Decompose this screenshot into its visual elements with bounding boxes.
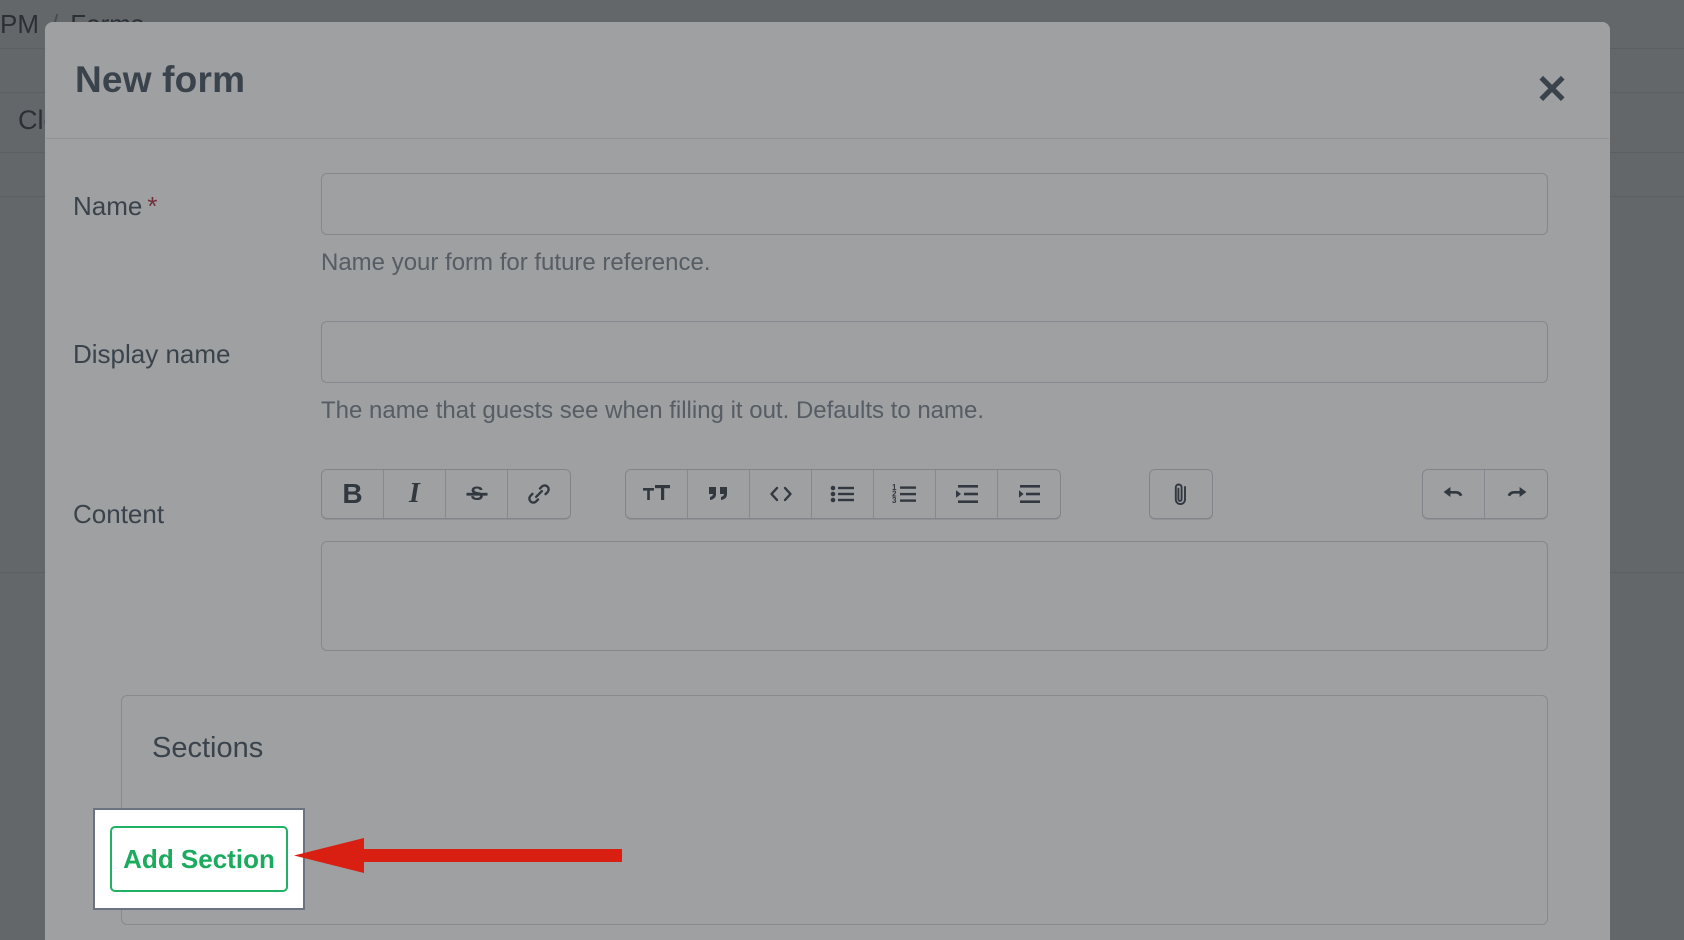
name-field-label: Name * [73,191,158,221]
required-marker: * [147,191,158,221]
display-name-help-text: The name that guests see when filling it… [321,397,985,424]
svg-text:3: 3 [892,496,897,505]
numbered-list-icon: 1 2 3 [892,483,916,505]
italic-button[interactable]: I [384,470,446,518]
bulleted-list-icon [830,485,854,503]
display-name-input[interactable] [321,321,1548,383]
page-title: New form [75,59,246,100]
bulleted-list-button[interactable] [812,470,874,518]
bold-button[interactable]: B [322,470,384,518]
add-section-highlight: Add Section [93,808,305,910]
redo-icon [1507,487,1527,497]
name-field-control: Name your form for future reference. [321,173,1548,277]
sections-panel: Sections [121,695,1548,925]
undo-button[interactable] [1423,470,1485,518]
close-icon[interactable]: ✕ [1534,70,1570,110]
field-row-content: Content B I S [73,469,1548,651]
blockquote-button[interactable] [688,470,750,518]
undo-icon [1443,487,1462,497]
rich-text-toolbar: B I S [321,469,1548,519]
heading-icon [642,485,670,500]
name-input[interactable] [321,173,1548,235]
block-format-group: 1 2 3 [625,469,1061,519]
link-icon [528,484,550,504]
outdent-icon [955,485,978,503]
code-button[interactable] [750,470,812,518]
attach-file-button[interactable] [1150,470,1212,518]
content-field-control: B I S [321,469,1548,651]
name-help-text: Name your form for future reference. [321,249,711,276]
outdent-button[interactable] [936,470,998,518]
new-form-modal: New form ✕ Name * Name your form for futu… [45,22,1610,940]
add-section-button[interactable]: Add Section [110,826,288,892]
field-row-name: Name * Name your form for future referenc… [73,173,1548,277]
modal-header: New form ✕ [45,22,1610,138]
field-row-display-name: Display name The name that guests see wh… [73,321,1548,425]
paperclip-icon [1174,483,1186,505]
strikethrough-icon: S [466,483,487,505]
redo-button[interactable] [1485,470,1547,518]
display-name-field-label: Display name [73,339,231,369]
quote-icon [708,487,727,500]
link-button[interactable] [508,470,570,518]
strikethrough-button[interactable]: S [446,470,508,518]
sections-title: Sections [152,732,264,764]
numbered-list-button[interactable]: 1 2 3 [874,470,936,518]
indent-button[interactable] [998,470,1060,518]
indent-icon [1019,485,1040,503]
code-icon [769,486,792,502]
history-group [1422,469,1548,519]
content-field-label: Content [73,499,165,529]
content-editor-body[interactable] [321,541,1548,651]
display-name-field-control: The name that guests see when filling it… [321,321,1548,425]
attachment-group [1149,469,1213,519]
application-window: PM / Forms Cle New form ✕ Name* [0,0,1684,940]
text-format-group: B I S [321,469,571,519]
heading-button[interactable] [626,470,688,518]
